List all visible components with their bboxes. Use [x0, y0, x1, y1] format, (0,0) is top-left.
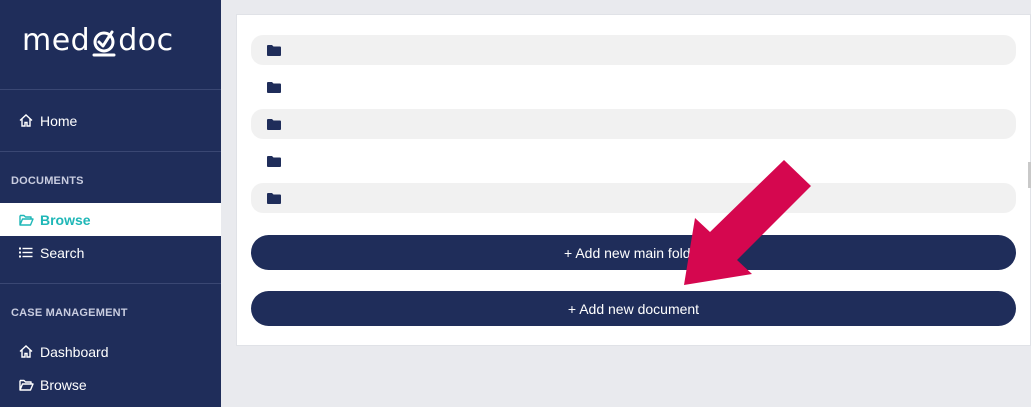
- list-icon: [18, 245, 34, 261]
- sidebar-item-documents-search[interactable]: Search: [0, 236, 221, 269]
- folder-row[interactable]: [251, 72, 1016, 102]
- folder-icon: [267, 118, 281, 130]
- logo-check-mark-icon: [91, 24, 117, 58]
- sidebar-item-home[interactable]: Home: [0, 104, 221, 137]
- home-icon: [18, 113, 34, 129]
- folder-row[interactable]: [251, 183, 1016, 213]
- sidebar-divider: [0, 151, 221, 152]
- folder-icon: [267, 155, 281, 167]
- home-icon: [18, 344, 34, 360]
- folder-open-icon: [18, 212, 34, 228]
- sidebar-divider: [0, 89, 221, 90]
- folder-browser-panel: + Add new main folder + Add new document: [236, 14, 1031, 346]
- logo-text-right: doc: [118, 23, 174, 58]
- sidebar-item-label: Home: [40, 112, 78, 129]
- sidebar-divider: [0, 283, 221, 284]
- sidebar-item-label: Browse: [40, 376, 87, 393]
- folder-open-icon: [18, 377, 34, 393]
- meddoc-logo[interactable]: med doc: [22, 23, 174, 58]
- folder-row[interactable]: [251, 146, 1016, 176]
- section-label-documents: DOCUMENTS: [11, 175, 84, 187]
- sidebar-item-case-browse[interactable]: Browse: [0, 368, 221, 401]
- sidebar-item-label: Search: [40, 244, 85, 261]
- logo-text-left: med: [22, 23, 91, 58]
- folder-row[interactable]: [251, 109, 1016, 139]
- sidebar-item-label: Dashboard: [40, 343, 109, 360]
- folder-icon: [267, 44, 281, 56]
- sidebar: med doc Home DOCUMENTS Browse Search CAS: [0, 0, 221, 407]
- section-label-case-management: CASE MANAGEMENT: [11, 307, 128, 319]
- add-document-button[interactable]: + Add new document: [251, 291, 1016, 326]
- add-main-folder-button[interactable]: + Add new main folder: [251, 235, 1016, 270]
- folder-icon: [267, 192, 281, 204]
- folder-row[interactable]: [251, 35, 1016, 65]
- sidebar-item-documents-browse[interactable]: Browse: [0, 203, 221, 236]
- folder-icon: [267, 81, 281, 93]
- sidebar-item-label: Browse: [40, 211, 91, 228]
- sidebar-item-case-dashboard[interactable]: Dashboard: [0, 335, 221, 368]
